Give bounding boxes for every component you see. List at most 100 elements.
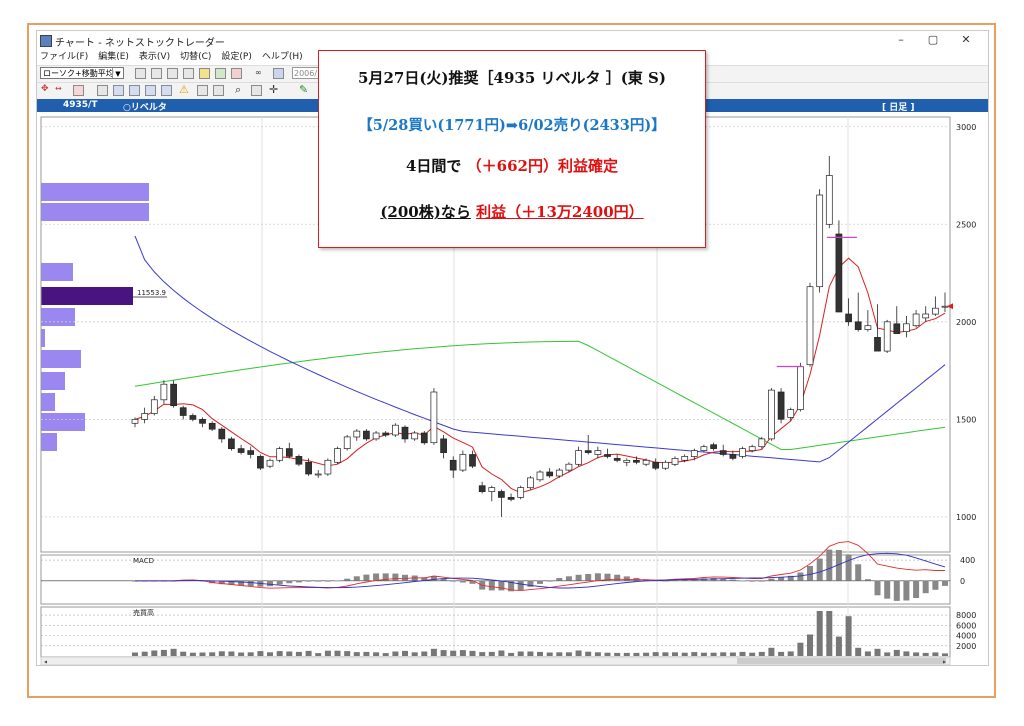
compare-icon[interactable]	[97, 85, 108, 96]
volume-tick-label: 8000	[956, 611, 976, 620]
price-tick-label: 1000	[956, 513, 976, 522]
candle-body	[681, 456, 689, 461]
candle-body	[671, 458, 679, 465]
macd-hist-bar	[623, 576, 630, 581]
candle-body	[893, 323, 901, 334]
candle-body	[498, 491, 505, 498]
candle-body	[883, 321, 891, 352]
pen-icon[interactable]: ✎	[299, 83, 308, 96]
candle-body	[613, 458, 621, 461]
chart-type-3-icon[interactable]	[167, 68, 178, 79]
volume-bar	[459, 650, 466, 656]
candle-body	[903, 323, 910, 332]
volume-bar	[508, 652, 515, 656]
chart-type-5-icon[interactable]	[199, 68, 210, 79]
volume-bar	[556, 652, 563, 656]
price-tick-label: 3000	[956, 123, 976, 132]
chart-type-2-icon[interactable]	[151, 68, 162, 79]
indicator-select[interactable]: ローソク+移動平均 ▼	[40, 67, 124, 79]
volume-bar	[884, 652, 891, 656]
volume-bar	[228, 651, 235, 656]
menu-view[interactable]: 表示(V)	[139, 52, 170, 62]
profit-amount-line: (200株)なら 利益（＋13万2400円）	[319, 201, 705, 222]
volume-bar	[334, 650, 341, 656]
candle-body	[430, 391, 438, 444]
crosshair-icon[interactable]: ↔	[55, 84, 62, 93]
candle-body	[488, 487, 496, 492]
volume-bar	[942, 653, 948, 656]
chevron-down-icon[interactable]: ▼	[112, 68, 123, 78]
cursor-icon[interactable]: ✥	[41, 84, 49, 94]
chart-type-7-icon[interactable]	[231, 68, 242, 79]
macd-hist-bar	[614, 574, 621, 581]
candle-body	[932, 307, 939, 315]
volume-profile-bar	[41, 372, 65, 390]
macd-hist-bar	[537, 580, 543, 584]
volume-bar	[691, 652, 698, 656]
window-title: チャート - ネットストックトレーダー	[55, 38, 225, 49]
indicator-select-value: ローソク+移動平均	[43, 69, 114, 78]
chart-type-6-icon[interactable]	[215, 68, 226, 79]
menu-help[interactable]: ヘルプ(H)	[262, 52, 303, 62]
candle-body	[170, 383, 177, 407]
restore-icon[interactable]: ▢	[921, 32, 945, 48]
calendar-icon[interactable]	[273, 68, 284, 79]
menu-file[interactable]: ファイル(F)	[40, 52, 88, 62]
chart-type-4-icon[interactable]	[183, 68, 194, 79]
candle-body	[314, 473, 322, 476]
macd-hist-bar	[247, 580, 254, 587]
volume-profile-current-bar	[41, 287, 133, 305]
volume-bar	[710, 652, 717, 656]
candle-body	[478, 485, 486, 492]
print-icon[interactable]	[251, 85, 262, 96]
candle-body	[922, 313, 930, 319]
volume-bar	[739, 651, 746, 656]
volume-bar	[141, 651, 148, 656]
warning-icon[interactable]: ⚠	[179, 83, 189, 96]
macd-hist-bar	[932, 580, 939, 590]
volume-bar	[324, 650, 331, 656]
signal-icon[interactable]	[213, 85, 224, 96]
ma-icon[interactable]	[113, 85, 124, 96]
zoom-icon[interactable]: ⌕	[235, 83, 241, 97]
macd-hist-bar	[874, 580, 881, 596]
macd-hist-bar	[276, 580, 283, 585]
volume-bar	[479, 652, 486, 656]
link-icon[interactable]: ∞	[255, 68, 266, 79]
candle-body	[440, 438, 447, 453]
volume-bar	[267, 652, 273, 656]
trendline-cursor-icon[interactable]: ✛	[269, 83, 278, 96]
volume-profile-bar	[41, 329, 45, 347]
chart-type-1-icon[interactable]	[135, 68, 146, 79]
volume-profile-bar	[41, 308, 75, 326]
scrollbar-thumb	[737, 658, 946, 664]
bb-icon[interactable]	[129, 85, 140, 96]
macd-title: MACD	[133, 557, 154, 565]
candle-body	[787, 409, 795, 418]
menu-switch[interactable]: 切替(C)	[180, 52, 211, 62]
macd-hist-bar	[373, 573, 380, 581]
horizontal-scrollbar[interactable]: ◂ ▸	[40, 656, 951, 665]
minimize-icon[interactable]: –	[889, 32, 913, 48]
volume-bar	[440, 650, 447, 656]
title-bar: チャート - ネットストックトレーダー – ▢ ✕	[37, 31, 988, 49]
volume-bar	[681, 652, 688, 656]
macd-hist-bar	[488, 580, 495, 591]
volume-bar	[807, 634, 813, 656]
volume-bar	[189, 652, 196, 656]
profit-price-prefix: 4日間で	[406, 157, 462, 175]
close-icon[interactable]: ✕	[954, 32, 978, 48]
candle-body	[228, 438, 235, 450]
macd-hist-bar	[922, 580, 929, 594]
log-icon[interactable]	[161, 85, 172, 96]
pattern-icon[interactable]	[197, 85, 208, 96]
menu-settings[interactable]: 設定(P)	[221, 52, 251, 62]
bar-chart-icon[interactable]	[73, 85, 84, 96]
candle-body	[237, 448, 245, 453]
price-tick-label: 2500	[956, 220, 976, 229]
hlb-icon[interactable]	[145, 85, 156, 96]
menu-edit[interactable]: 編集(E)	[98, 52, 129, 62]
volume-bar	[305, 650, 312, 656]
volume-bar	[729, 652, 736, 656]
volume-bar	[421, 651, 428, 656]
